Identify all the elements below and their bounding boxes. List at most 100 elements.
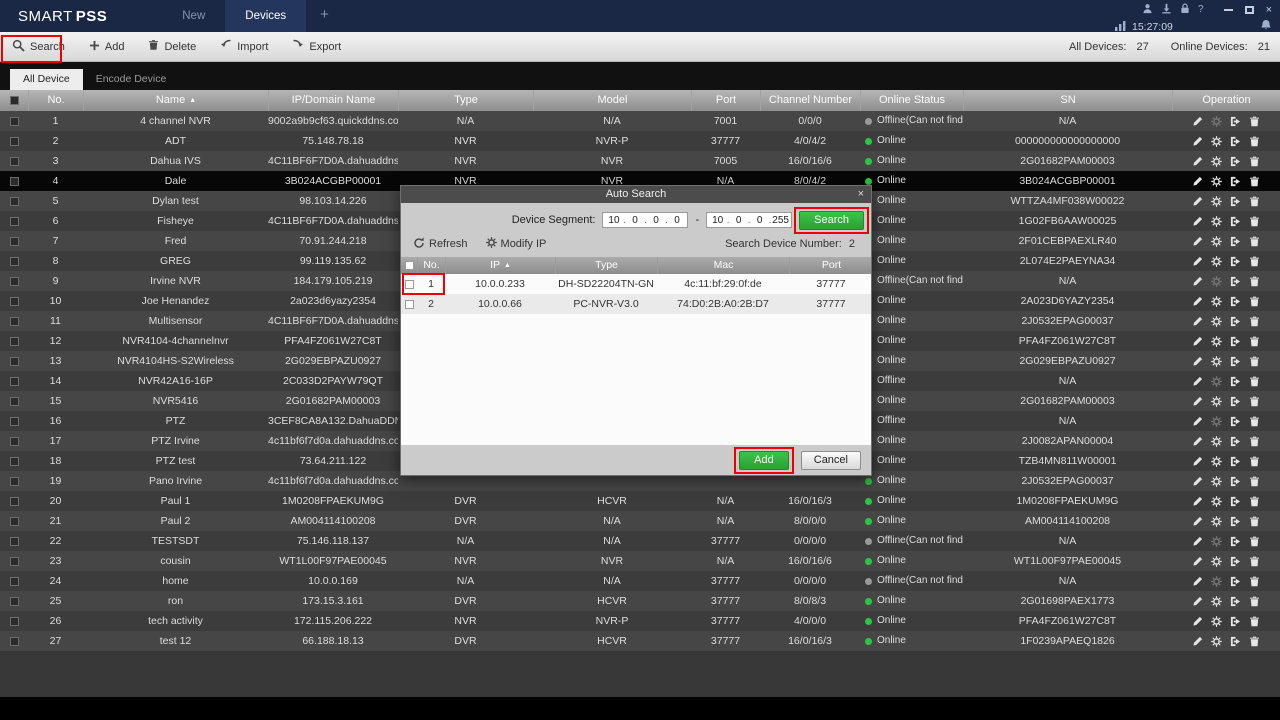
row-checkbox[interactable] <box>10 537 19 546</box>
delete-icon[interactable] <box>1249 456 1260 467</box>
open-device-icon[interactable] <box>1230 216 1241 227</box>
open-device-icon[interactable] <box>1230 496 1241 507</box>
table-row[interactable]: 20Paul 11M0208FPAEKUM9GDVRHCVRN/A16/0/16… <box>0 491 1280 511</box>
settings-icon[interactable] <box>1211 496 1222 507</box>
delete-icon[interactable] <box>1249 496 1260 507</box>
delete-icon[interactable] <box>1249 356 1260 367</box>
row-checkbox[interactable] <box>10 117 19 126</box>
edit-icon[interactable] <box>1192 496 1203 507</box>
delete-icon[interactable] <box>1249 596 1260 607</box>
nav-tab-new[interactable]: New <box>162 0 225 32</box>
delete-icon[interactable] <box>1249 436 1260 447</box>
edit-icon[interactable] <box>1192 276 1203 287</box>
edit-icon[interactable] <box>1192 396 1203 407</box>
dialog-table-row[interactable]: 210.0.0.66PC-NVR-V3.074:D0:2B:A0:2B:D737… <box>401 294 871 314</box>
table-row[interactable]: 2ADT75.148.78.18NVRNVR-P377774/0/4/2Onli… <box>0 131 1280 151</box>
settings-icon[interactable] <box>1211 516 1222 527</box>
settings-icon[interactable] <box>1211 456 1222 467</box>
row-checkbox[interactable] <box>10 377 19 386</box>
add-button[interactable]: Add <box>77 32 137 62</box>
edit-icon[interactable] <box>1192 116 1203 127</box>
add-tab-button[interactable]: + <box>306 0 343 32</box>
dialog-search-button[interactable]: Search <box>799 211 864 230</box>
table-row[interactable]: 27test 1266.188.18.13DVRHCVR3777716/0/16… <box>0 631 1280 651</box>
open-device-icon[interactable] <box>1230 616 1241 627</box>
select-all-checkbox[interactable] <box>10 96 19 105</box>
settings-icon[interactable] <box>1211 556 1222 567</box>
open-device-icon[interactable] <box>1230 336 1241 347</box>
octet-field[interactable]: 0 <box>730 215 747 226</box>
open-device-icon[interactable] <box>1230 596 1241 607</box>
delete-icon[interactable] <box>1249 216 1260 227</box>
column-header-channel[interactable]: Channel Number <box>760 90 860 111</box>
edit-icon[interactable] <box>1192 516 1203 527</box>
edit-icon[interactable] <box>1192 576 1203 587</box>
edit-icon[interactable] <box>1192 416 1203 427</box>
table-row[interactable]: 21Paul 2AM004114100208DVRN/AN/A8/0/0/0On… <box>0 511 1280 531</box>
row-checkbox[interactable] <box>10 237 19 246</box>
edit-icon[interactable] <box>1192 176 1203 187</box>
settings-icon[interactable] <box>1211 476 1222 487</box>
row-checkbox[interactable] <box>10 337 19 346</box>
column-header-model[interactable]: Model <box>533 90 691 111</box>
open-device-icon[interactable] <box>1230 256 1241 267</box>
dialog-add-button[interactable]: Add <box>739 451 789 470</box>
settings-icon[interactable] <box>1211 256 1222 267</box>
open-device-icon[interactable] <box>1230 456 1241 467</box>
import-button[interactable]: Import <box>208 32 280 62</box>
column-header-no[interactable]: No. <box>28 90 83 111</box>
settings-icon[interactable] <box>1211 596 1222 607</box>
edit-icon[interactable] <box>1192 596 1203 607</box>
table-row[interactable]: 3Dahua IVS4C11BF6F7D0A.dahuaddns.comNVRN… <box>0 151 1280 171</box>
octet-field[interactable]: 0 <box>647 215 664 226</box>
delete-icon[interactable] <box>1249 616 1260 627</box>
help-icon[interactable]: ? <box>1198 4 1204 16</box>
edit-icon[interactable] <box>1192 456 1203 467</box>
edit-icon[interactable] <box>1192 156 1203 167</box>
edit-icon[interactable] <box>1192 216 1203 227</box>
settings-icon[interactable] <box>1211 616 1222 627</box>
octet-field[interactable]: 10 <box>709 215 726 226</box>
column-header-status[interactable]: Online Status <box>860 90 963 111</box>
delete-icon[interactable] <box>1249 476 1260 487</box>
edit-icon[interactable] <box>1192 296 1203 307</box>
column-header-port[interactable]: Port <box>691 90 760 111</box>
select-all-checkbox[interactable] <box>405 261 414 270</box>
segment-start-input[interactable]: 10.0.0.0 <box>602 212 688 228</box>
delete-icon[interactable] <box>1249 336 1260 347</box>
edit-icon[interactable] <box>1192 236 1203 247</box>
column-header-mac[interactable]: Mac <box>657 257 789 274</box>
row-checkbox[interactable] <box>10 157 19 166</box>
delete-button[interactable]: Delete <box>136 32 208 62</box>
open-device-icon[interactable] <box>1230 396 1241 407</box>
modify-ip-button[interactable]: Modify IP <box>486 237 547 251</box>
open-device-icon[interactable] <box>1230 116 1241 127</box>
column-header-no[interactable]: No. <box>417 257 445 274</box>
tab-encode-device[interactable]: Encode Device <box>83 69 180 90</box>
row-checkbox[interactable] <box>405 280 414 289</box>
settings-icon[interactable] <box>1211 396 1222 407</box>
settings-icon[interactable] <box>1211 536 1222 547</box>
edit-icon[interactable] <box>1192 536 1203 547</box>
search-button[interactable]: Search <box>0 32 77 62</box>
edit-icon[interactable] <box>1192 336 1203 347</box>
edit-icon[interactable] <box>1192 356 1203 367</box>
delete-icon[interactable] <box>1249 236 1260 247</box>
open-device-icon[interactable] <box>1230 176 1241 187</box>
open-device-icon[interactable] <box>1230 356 1241 367</box>
table-row[interactable]: 14 channel NVR9002a9b9cf63.quickddns.com… <box>0 111 1280 131</box>
edit-icon[interactable] <box>1192 376 1203 387</box>
download-icon[interactable] <box>1161 1 1172 19</box>
settings-icon[interactable] <box>1211 156 1222 167</box>
row-checkbox[interactable] <box>10 417 19 426</box>
lock-icon[interactable] <box>1180 1 1190 19</box>
row-checkbox[interactable] <box>10 397 19 406</box>
export-button[interactable]: Export <box>280 32 353 62</box>
edit-icon[interactable] <box>1192 636 1203 647</box>
open-device-icon[interactable] <box>1230 516 1241 527</box>
settings-icon[interactable] <box>1211 316 1222 327</box>
row-checkbox[interactable] <box>10 317 19 326</box>
settings-icon[interactable] <box>1211 336 1222 347</box>
delete-icon[interactable] <box>1249 556 1260 567</box>
open-device-icon[interactable] <box>1230 276 1241 287</box>
